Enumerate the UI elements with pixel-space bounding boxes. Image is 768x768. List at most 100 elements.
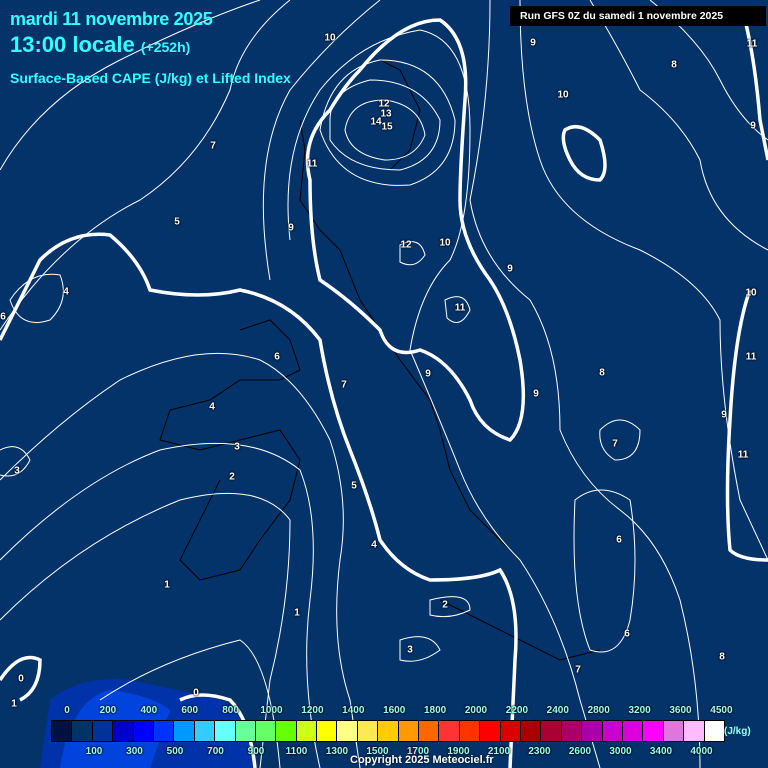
color-swatch — [174, 721, 195, 741]
contour-label: 9 — [533, 388, 539, 400]
contour-label: 5 — [351, 480, 357, 492]
legend-label-top: 600 — [181, 705, 199, 716]
contour-label: 9 — [425, 368, 431, 380]
color-swatch — [194, 721, 216, 741]
contour-label: 12 — [400, 239, 412, 251]
contour-label: 6 — [616, 534, 622, 546]
contour-label: 6 — [624, 628, 630, 640]
contour-label: 13 — [380, 108, 392, 120]
legend-label-top: 2000 — [464, 705, 488, 716]
contour-label: 6 — [0, 311, 6, 323]
contour-label: 0 — [193, 687, 199, 699]
color-swatch — [419, 721, 440, 741]
color-swatch — [520, 721, 542, 741]
contour-label: 7 — [612, 438, 618, 450]
contour-label: 6 — [274, 351, 280, 363]
color-swatch — [378, 721, 399, 741]
contour-label: 7 — [341, 379, 347, 391]
legend-label-top: 2800 — [587, 705, 610, 716]
contour-label: 2 — [442, 599, 448, 611]
contour-label: 11 — [746, 38, 758, 50]
color-swatch — [622, 721, 644, 741]
contour-label: 1 — [11, 698, 17, 710]
copyright: Copyright 2025 Meteociel.fr — [350, 754, 494, 766]
contour-label: 7 — [575, 664, 581, 676]
color-swatch — [296, 721, 318, 741]
contour-label: 11 — [737, 449, 749, 461]
legend-unit: (J/kg) — [724, 726, 751, 737]
lead-time: (+252h) — [140, 39, 191, 55]
contour-label: 9 — [507, 263, 513, 275]
contour-label: 9 — [750, 120, 756, 132]
legend-label-bottom: 900 — [247, 746, 265, 757]
contour-label: 11 — [454, 302, 466, 314]
color-swatch — [663, 721, 685, 741]
color-swatch — [459, 721, 481, 741]
color-swatch — [541, 721, 562, 741]
legend-label-bottom: 500 — [166, 746, 184, 757]
contour-label: 10 — [324, 32, 336, 44]
legend-label-bottom: 1100 — [285, 746, 308, 757]
color-swatch — [255, 721, 277, 741]
legend-label-top: 1000 — [260, 705, 283, 716]
legend-label-top: 2400 — [546, 705, 569, 716]
color-swatch — [357, 721, 379, 741]
color-scale — [51, 720, 725, 742]
legend-label-top: 0 — [64, 705, 70, 716]
color-swatch — [92, 721, 114, 741]
contour-label: 5 — [174, 216, 180, 228]
contour-label: 8 — [671, 59, 677, 71]
color-swatch — [500, 721, 521, 741]
contour-label: 9 — [288, 222, 294, 234]
color-swatch — [72, 721, 93, 741]
contour-label: 3 — [234, 441, 240, 453]
legend-label-top: 2200 — [505, 705, 529, 716]
legend-label-top: 200 — [99, 705, 117, 716]
contour-label: 4 — [371, 539, 377, 551]
local-time: 13:00 locale — [10, 32, 135, 57]
color-swatch — [153, 721, 175, 741]
legend-label-bottom: 100 — [85, 746, 103, 757]
color-swatch — [113, 721, 134, 741]
color-swatch — [704, 721, 724, 741]
legend-label-bottom: 300 — [126, 746, 143, 757]
legend-label-top: 400 — [140, 705, 158, 716]
contour-label: 1 — [164, 579, 170, 591]
contour-label: 11 — [745, 351, 757, 363]
legend-label-top: 3200 — [628, 705, 651, 716]
color-swatch — [133, 721, 154, 741]
color-swatch — [643, 721, 664, 741]
legend-label-bottom: 3000 — [609, 746, 632, 757]
color-swatch — [52, 721, 73, 741]
color-swatch — [337, 721, 358, 741]
legend-label-bottom: 1300 — [325, 746, 349, 757]
contour-label: 9 — [530, 37, 536, 49]
parameter-title: Surface-Based CAPE (J/kg) et Lifted Inde… — [10, 70, 291, 86]
color-swatch — [215, 721, 236, 741]
contour-label: 15 — [381, 121, 393, 133]
coastlines — [159, 59, 601, 661]
legend-label-bottom: 4000 — [690, 746, 713, 757]
contour-label: 8 — [599, 367, 605, 379]
legend-label-top: 1600 — [383, 705, 406, 716]
legend-label-top: 1400 — [342, 705, 365, 716]
contour-label: 7 — [210, 140, 216, 152]
color-swatch — [398, 721, 420, 741]
contour-label: 10 — [745, 287, 757, 299]
legend-label-bottom: 2300 — [528, 746, 551, 757]
legend-label-bottom: 2600 — [568, 746, 592, 757]
legend-label-top: 3600 — [669, 705, 692, 716]
color-swatch — [235, 721, 256, 741]
color-swatch — [561, 721, 583, 741]
color-swatch — [582, 721, 603, 741]
legend-label-top: 800 — [222, 705, 239, 716]
legend-label-top: 4500 — [710, 705, 733, 716]
contour-label: 9 — [721, 409, 727, 421]
contour-label: 0 — [18, 673, 24, 685]
contour-label: 14 — [370, 116, 382, 128]
legend-label-bottom: 3400 — [649, 746, 673, 757]
color-swatch — [480, 721, 501, 741]
contour-label: 10 — [557, 89, 569, 101]
contour-label: 2 — [229, 471, 235, 483]
color-swatch — [276, 721, 297, 741]
